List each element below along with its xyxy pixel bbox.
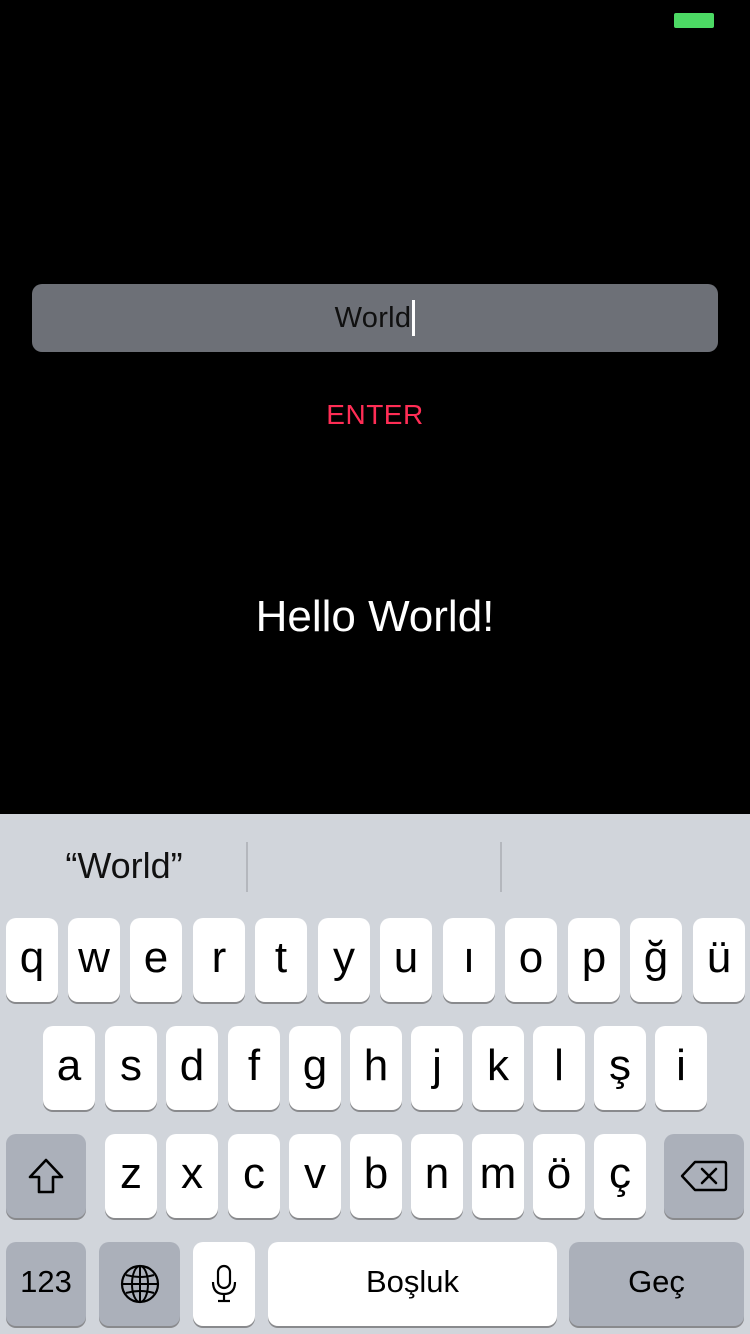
key-ş[interactable]: ş xyxy=(594,1026,646,1110)
key-x[interactable]: x xyxy=(166,1134,218,1218)
suggestion-3[interactable] xyxy=(502,814,750,918)
key-j[interactable]: j xyxy=(411,1026,463,1110)
key-g[interactable]: g xyxy=(289,1026,341,1110)
key-ç[interactable]: ç xyxy=(594,1134,646,1218)
key-ı[interactable]: ı xyxy=(443,918,495,1002)
suggestion-bar: “World” xyxy=(0,814,750,918)
key-u[interactable]: u xyxy=(380,918,432,1002)
keyboard: “World” q w e r t y u ı o p ğ ü a s d f … xyxy=(0,814,750,1334)
battery-icon xyxy=(674,13,714,28)
key-w[interactable]: w xyxy=(68,918,120,1002)
key-ü[interactable]: ü xyxy=(693,918,745,1002)
space-key[interactable]: Boşluk xyxy=(268,1242,557,1326)
greeting-label: Hello World! xyxy=(255,592,495,641)
key-ğ[interactable]: ğ xyxy=(630,918,682,1002)
key-n[interactable]: n xyxy=(411,1134,463,1218)
key-p[interactable]: p xyxy=(568,918,620,1002)
enter-button[interactable]: ENTER xyxy=(275,392,475,438)
dictation-key[interactable] xyxy=(193,1242,255,1326)
key-i[interactable]: i xyxy=(655,1026,707,1110)
key-ö[interactable]: ö xyxy=(533,1134,585,1218)
key-d[interactable]: d xyxy=(166,1026,218,1110)
suggestion-1[interactable]: “World” xyxy=(0,814,248,918)
text-field-value: World xyxy=(334,301,412,334)
backspace-icon xyxy=(680,1160,728,1192)
name-text-field[interactable]: World xyxy=(32,284,718,352)
key-b[interactable]: b xyxy=(350,1134,402,1218)
shift-icon xyxy=(28,1158,64,1194)
numbers-key[interactable]: 123 xyxy=(6,1242,86,1326)
key-a[interactable]: a xyxy=(43,1026,95,1110)
key-l[interactable]: l xyxy=(533,1026,585,1110)
key-r[interactable]: r xyxy=(193,918,245,1002)
microphone-icon xyxy=(211,1264,237,1303)
key-z[interactable]: z xyxy=(105,1134,157,1218)
key-o[interactable]: o xyxy=(505,918,557,1002)
globe-icon xyxy=(120,1264,159,1304)
key-h[interactable]: h xyxy=(350,1026,402,1110)
key-f[interactable]: f xyxy=(228,1026,280,1110)
key-k[interactable]: k xyxy=(472,1026,524,1110)
key-e[interactable]: e xyxy=(130,918,182,1002)
globe-key[interactable] xyxy=(99,1242,180,1326)
delete-key[interactable] xyxy=(664,1134,744,1218)
key-y[interactable]: y xyxy=(318,918,370,1002)
key-q[interactable]: q xyxy=(6,918,58,1002)
suggestion-2[interactable] xyxy=(248,814,496,918)
key-m[interactable]: m xyxy=(472,1134,524,1218)
key-v[interactable]: v xyxy=(289,1134,341,1218)
key-s[interactable]: s xyxy=(105,1026,157,1110)
text-cursor xyxy=(412,300,416,336)
return-key[interactable]: Geç xyxy=(569,1242,744,1326)
shift-key[interactable] xyxy=(6,1134,86,1218)
status-bar xyxy=(0,0,750,40)
key-c[interactable]: c xyxy=(228,1134,280,1218)
key-t[interactable]: t xyxy=(255,918,307,1002)
